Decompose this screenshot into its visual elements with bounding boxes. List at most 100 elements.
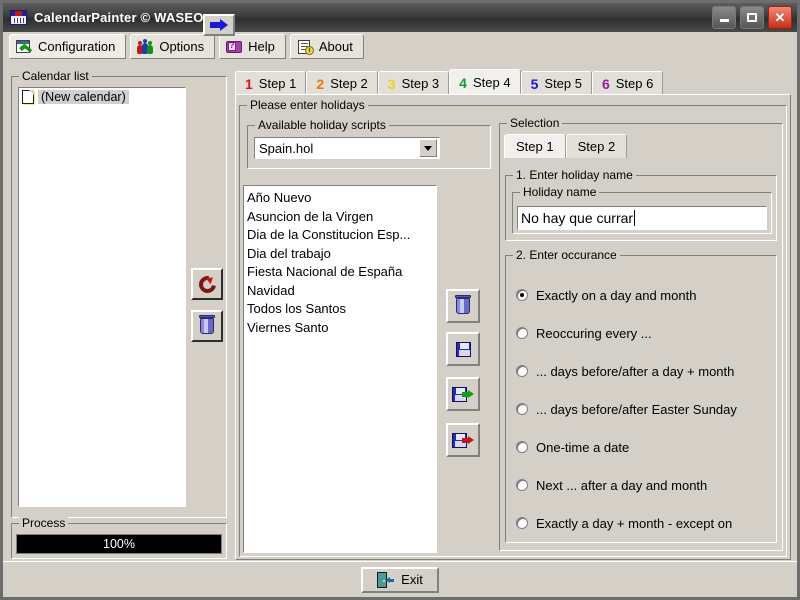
step-number-6: 6	[601, 75, 610, 92]
list-item[interactable]: (New calendar)	[19, 88, 185, 106]
book-question-icon: ?	[226, 39, 243, 55]
radio-icon[interactable]	[516, 289, 528, 301]
tab-configuration[interactable]: Configuration	[9, 34, 127, 59]
radio-label: ... days before/after a day + month	[536, 363, 735, 379]
radio-option-days-before-after-day-month[interactable]: ... days before/after a day + month	[516, 362, 734, 380]
step-number-1: 1	[245, 75, 253, 92]
list-item[interactable]: Año Nuevo	[247, 189, 436, 208]
text-cursor	[634, 210, 636, 226]
step-tab-1[interactable]: 1 Step 1	[235, 71, 307, 95]
radio-option-one-time-date[interactable]: One-time a date	[516, 438, 629, 456]
list-item[interactable]: Viernes Santo	[247, 319, 436, 338]
step-number-5: 5	[530, 75, 539, 92]
selection-tab-step1[interactable]: Step 1	[504, 134, 566, 158]
delete-holiday-button[interactable]	[446, 289, 480, 323]
radio-option-days-before-after-easter[interactable]: ... days before/after Easter Sunday	[516, 400, 737, 418]
holiday-name-field-group: Holiday name No hay que currar	[512, 185, 772, 234]
list-item[interactable]: Dia de la Constitucion Esp...	[247, 226, 436, 245]
import-holiday-button[interactable]	[446, 423, 480, 457]
title-bar: CalendarPainter © WASEO ✕	[3, 3, 797, 33]
minimize-button[interactable]	[712, 6, 736, 29]
application-window: CalendarPainter © WASEO ✕ Configuration …	[0, 0, 800, 600]
floppy-import-icon	[452, 432, 474, 449]
occurance-group-label: 2. Enter occurance	[513, 248, 620, 262]
refresh-calendar-button[interactable]	[191, 268, 223, 300]
delete-calendar-button[interactable]	[191, 310, 223, 342]
main-tab-bar: Configuration Options ? Help i About	[3, 32, 797, 61]
radio-label: Exactly a day + month - except on	[536, 515, 733, 531]
process-label: Process	[19, 516, 69, 530]
scripts-group-label: Available holiday scripts	[255, 118, 389, 132]
radio-icon[interactable]	[516, 479, 528, 491]
radio-label: Reoccuring every ...	[536, 325, 652, 341]
document-icon	[22, 90, 34, 104]
radio-label: ... days before/after Easter Sunday	[536, 401, 737, 417]
radio-label: One-time a date	[536, 439, 630, 455]
tab-options[interactable]: Options	[130, 34, 216, 59]
chevron-down-icon[interactable]	[419, 139, 437, 157]
tab-about[interactable]: i About	[289, 34, 364, 59]
tab-configuration-label: Configuration	[38, 39, 116, 54]
tab-help[interactable]: ? Help	[219, 34, 286, 59]
scripts-group: Available holiday scripts Spain.hol	[247, 118, 491, 169]
radio-option-next-after-day-month[interactable]: Next ... after a day and month	[516, 476, 707, 494]
step-tab-5[interactable]: 5 Step 5	[520, 71, 592, 95]
floppy-icon	[455, 341, 471, 357]
tab-about-label: About	[318, 39, 353, 54]
progress-value: 100%	[103, 537, 135, 551]
progress-bar: 100%	[16, 534, 222, 554]
step-label-4: Step 4	[472, 75, 511, 90]
tab-help-label: Help	[248, 39, 275, 54]
floppy-export-icon	[452, 386, 474, 403]
radio-label: Next ... after a day and month	[536, 477, 708, 493]
step-tab-2[interactable]: 2 Step 2	[306, 71, 378, 95]
step-tab-4[interactable]: 4 Step 4	[449, 69, 521, 95]
radio-option-exact-day-month[interactable]: Exactly on a day and month	[516, 286, 696, 304]
list-item[interactable]: Todos los Santos	[247, 300, 436, 319]
step-tab-6[interactable]: 6 Step 6	[591, 71, 664, 95]
config-wrench-icon	[16, 39, 33, 55]
holiday-name-group-label: 1. Enter holiday name	[513, 168, 636, 182]
holiday-script-value: Spain.hol	[259, 140, 314, 156]
window-title: CalendarPainter © WASEO	[34, 10, 204, 25]
list-item[interactable]: Dia del trabajo	[247, 245, 436, 264]
holiday-list-box[interactable]: Año Nuevo Asuncion de la Virgen Dia de l…	[243, 185, 437, 553]
holiday-name-group: 1. Enter holiday name Holiday name No ha…	[505, 168, 777, 241]
maximize-button[interactable]	[740, 6, 764, 29]
calendar-icon	[10, 10, 27, 25]
people-icon	[137, 38, 154, 55]
holiday-script-select[interactable]: Spain.hol	[254, 137, 440, 159]
calendar-list-label: Calendar list	[19, 69, 92, 83]
calendar-list-box[interactable]: (New calendar)	[18, 87, 186, 507]
exit-button[interactable]: Exit	[361, 566, 439, 593]
trash-icon	[199, 315, 215, 334]
trash-icon	[455, 295, 471, 314]
step-label-2: Step 2	[330, 76, 368, 91]
step-tab-3[interactable]: 3 Step 3	[377, 71, 450, 95]
radio-icon[interactable]	[516, 365, 528, 377]
radio-icon[interactable]	[516, 517, 528, 529]
add-script-button[interactable]	[203, 14, 235, 36]
radio-icon[interactable]	[516, 441, 528, 453]
radio-option-reoccuring[interactable]: Reoccuring every ...	[516, 324, 652, 342]
selection-group-label: Selection	[507, 116, 563, 130]
step-number-2: 2	[316, 75, 325, 92]
selection-tab-step2[interactable]: Step 2	[565, 134, 628, 158]
export-holiday-button[interactable]	[446, 377, 480, 411]
occurance-group: 2. Enter occurance Exactly on a day and …	[505, 248, 777, 543]
arrow-right-icon	[210, 19, 228, 31]
calendar-item-label: (New calendar)	[38, 90, 129, 104]
list-item[interactable]: Asuncion de la Virgen	[247, 208, 436, 227]
window-controls: ✕	[712, 6, 792, 29]
holiday-name-input[interactable]: No hay que currar	[517, 206, 767, 230]
refresh-icon	[195, 272, 219, 296]
radio-option-exact-except-on[interactable]: Exactly a day + month - except on	[516, 514, 732, 532]
radio-icon[interactable]	[516, 403, 528, 415]
radio-icon[interactable]	[516, 327, 528, 339]
list-item[interactable]: Navidad	[247, 282, 436, 301]
save-holiday-button[interactable]	[446, 332, 480, 366]
document-info-icon: i	[297, 39, 314, 55]
list-item[interactable]: Fiesta Nacional de España	[247, 263, 436, 282]
step-tab-bar: 1 Step 1 2 Step 2 3 Step 3 4 Step 4 5 St…	[235, 69, 791, 95]
close-button[interactable]: ✕	[768, 6, 792, 29]
